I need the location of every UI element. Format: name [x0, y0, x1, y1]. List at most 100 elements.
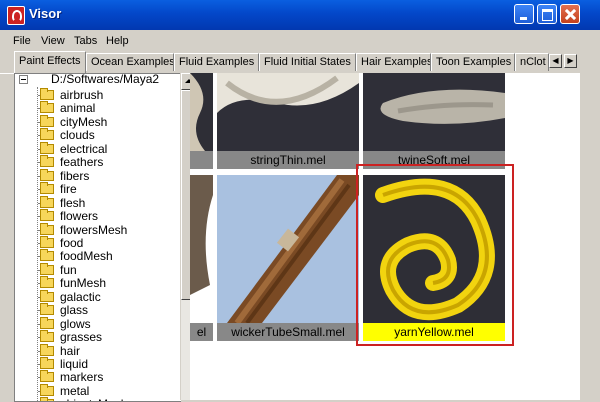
folder-icon — [40, 357, 54, 369]
menu-help[interactable]: Help — [106, 35, 129, 47]
thumbnail-caption: stringThin.mel — [217, 151, 359, 169]
tab-bar: Paint Effects Ocean Examples Fluid Examp… — [0, 51, 600, 74]
tree-root-label: D:/Softwares/Maya2 — [51, 73, 160, 86]
folder-icon — [40, 128, 54, 141]
tab-paint-effects[interactable]: Paint Effects — [14, 51, 86, 73]
tree-item-foodmesh[interactable]: foodMesh — [15, 249, 181, 264]
tree-item-grasses[interactable]: grasses — [15, 330, 181, 345]
title-bar[interactable]: Visor — [0, 0, 600, 30]
tree-item-glows[interactable]: glows — [15, 316, 181, 331]
tree-item-fire[interactable]: fire — [15, 182, 181, 197]
tree-item-food[interactable]: food — [15, 235, 181, 250]
tree-item-funmesh[interactable]: funMesh — [15, 276, 181, 291]
tree-item-liquid[interactable]: liquid — [15, 357, 181, 371]
maya-app-icon — [7, 6, 25, 25]
tree-item-label: fire — [60, 182, 77, 197]
tree-item-animal[interactable]: animal — [15, 101, 181, 116]
tree-item-label: galactic — [60, 289, 101, 304]
tree-item-label: glows — [60, 316, 91, 331]
tree-item-markers[interactable]: markers — [15, 370, 181, 385]
tab-nclot[interactable]: nClot — [515, 53, 549, 71]
minimize-button[interactable] — [514, 4, 534, 24]
menu-tabs[interactable]: Tabs — [74, 35, 97, 47]
tree-item-label: feathers — [60, 155, 104, 170]
folder-icon — [40, 316, 54, 329]
thumbnail-caption: wickerTubeSmall.mel — [217, 323, 359, 341]
tree-item-airbrush[interactable]: airbrush — [15, 88, 181, 102]
thumbnail-rope-partial[interactable] — [190, 73, 213, 169]
folder-icon — [40, 195, 54, 208]
thumbnail-twinesoft[interactable]: twineSoft.mel — [363, 73, 505, 169]
folder-icon — [40, 289, 54, 302]
tab-scroll-right-icon[interactable]: ▶ — [564, 54, 577, 68]
folder-icon — [40, 343, 54, 356]
thumbnail-caption — [190, 151, 213, 169]
tree-item-label: flesh — [60, 195, 86, 210]
tree-item-label: animal — [60, 101, 96, 116]
tree-item-feathers[interactable]: feathers — [15, 155, 181, 170]
tree-item-fun[interactable]: fun — [15, 262, 181, 277]
folder-icon — [40, 209, 54, 222]
folder-icon — [40, 370, 54, 383]
tree-item-label: markers — [60, 370, 104, 385]
menu-view[interactable]: View — [41, 35, 65, 47]
tree-item-metal[interactable]: metal — [15, 383, 181, 398]
thumbnail-caption: el — [190, 323, 213, 341]
tree-item-flowers[interactable]: flowers — [15, 209, 181, 224]
menu-bar: File View Tabs Help — [0, 31, 600, 51]
thumbnail-stringthin[interactable]: stringThin.mel — [217, 73, 359, 169]
tree-item-label: fibers — [60, 168, 90, 183]
folder-icon — [40, 114, 54, 127]
maximize-button[interactable] — [537, 4, 557, 24]
selection-highlight-frame — [356, 164, 514, 346]
tree-item-clouds[interactable]: clouds — [15, 128, 181, 143]
thumbnail-rope-el[interactable]: el — [190, 175, 213, 341]
tree-item-label: airbrush — [60, 88, 104, 102]
tree-item-electrical[interactable]: electrical — [15, 141, 181, 156]
rope-el-image — [190, 175, 213, 323]
tree-item-label: flowers — [60, 209, 99, 224]
folder-tree[interactable]: D:/Softwares/Maya2 airbrush animal cityMes… — [14, 73, 181, 402]
tree-item-objectsmesh[interactable]: objectsMesh — [15, 397, 181, 401]
content-scrollbar[interactable] — [580, 73, 600, 400]
folder-icon — [40, 101, 54, 114]
folder-icon — [40, 249, 54, 262]
tab-fluid-examples[interactable]: Fluid Examples — [174, 53, 259, 71]
wicker-tube-image — [217, 175, 359, 323]
folder-icon — [40, 303, 54, 316]
tree-item-flowersmesh[interactable]: flowersMesh — [15, 222, 181, 237]
tree-item-citymesh[interactable]: cityMesh — [15, 114, 181, 129]
folder-icon — [40, 276, 54, 289]
tree-item-label: grasses — [60, 330, 103, 345]
tree-item-flesh[interactable]: flesh — [15, 195, 181, 210]
thumbnail-wickertubesmall[interactable]: wickerTubeSmall.mel — [217, 175, 359, 341]
tree-item-label: clouds — [60, 128, 95, 143]
collapse-icon[interactable] — [19, 75, 28, 84]
tree-item-label: food — [60, 235, 84, 250]
tree-item-label: metal — [60, 383, 90, 398]
tab-toon-examples[interactable]: Toon Examples — [431, 53, 515, 71]
tree-item-galactic[interactable]: galactic — [15, 289, 181, 304]
tree-item-label: funMesh — [60, 276, 107, 291]
close-button[interactable] — [560, 4, 580, 24]
tree-item-glass[interactable]: glass — [15, 303, 181, 317]
folder-icon — [40, 141, 54, 154]
twine-soft-image — [363, 73, 505, 151]
tree-item-label: foodMesh — [60, 249, 113, 264]
tree-item-fibers[interactable]: fibers — [15, 168, 181, 183]
tree-root[interactable]: D:/Softwares/Maya2 — [15, 73, 181, 88]
rope-image — [190, 73, 213, 151]
tab-hair-examples[interactable]: Hair Examples — [356, 53, 431, 71]
tab-scroll-left-icon[interactable]: ◀ — [549, 54, 562, 68]
tree-item-label: cityMesh — [60, 114, 108, 129]
folder-icon — [40, 262, 54, 275]
folder-icon — [40, 155, 54, 168]
tab-ocean-examples[interactable]: Ocean Examples — [86, 53, 174, 71]
tree-item-label: electrical — [60, 141, 108, 156]
tab-fluid-initial-states[interactable]: Fluid Initial States — [259, 53, 356, 71]
folder-icon — [40, 383, 54, 396]
tree-item-hair[interactable]: hair — [15, 343, 181, 358]
menu-file[interactable]: File — [13, 35, 31, 47]
folder-icon — [40, 168, 54, 181]
folder-icon — [40, 222, 54, 235]
